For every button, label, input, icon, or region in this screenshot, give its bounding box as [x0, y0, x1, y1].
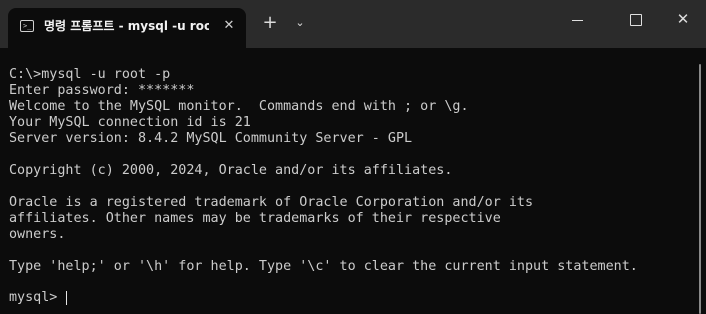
mysql-prompt[interactable]: mysql>	[9, 290, 65, 306]
terminal-output[interactable]: C:\>mysql -u root -p Enter password: ***…	[0, 48, 706, 314]
text-cursor	[66, 291, 67, 305]
close-window-button[interactable]: ✕	[668, 6, 698, 32]
terminal-line: Enter password: *******	[9, 83, 195, 98]
terminal-line: owners.	[9, 227, 66, 242]
terminal-line: Your MySQL connection id is 21	[9, 115, 251, 130]
maximize-icon	[630, 14, 642, 26]
new-tab-button[interactable]: +	[258, 10, 282, 36]
tab-dropdown-button[interactable]: ⌄	[289, 10, 311, 36]
terminal-line: C:\>mysql -u root -p	[9, 67, 171, 82]
active-tab[interactable]: >_ 명령 프롬프트 - mysql -u root ✕	[8, 8, 246, 48]
maximize-button[interactable]	[620, 6, 650, 32]
terminal-line: Server version: 8.4.2 MySQL Community Se…	[9, 131, 413, 146]
terminal-line: Type 'help;' or '\h' for help. Type '\c'…	[9, 259, 638, 274]
scrollbar[interactable]	[699, 64, 701, 314]
terminal-line: Copyright (c) 2000, 2024, Oracle and/or …	[9, 163, 453, 178]
minimize-icon	[572, 20, 583, 21]
terminal-line: Oracle is a registered trademark of Orac…	[9, 195, 534, 210]
title-bar[interactable]: >_ 명령 프롬프트 - mysql -u root ✕ + ⌄ ✕	[0, 0, 706, 48]
terminal-icon: >_	[20, 20, 34, 32]
terminal-line: Welcome to the MySQL monitor. Commands e…	[9, 99, 469, 114]
terminal-window: >_ 명령 프롬프트 - mysql -u root ✕ + ⌄ ✕ C:\>m…	[0, 0, 706, 314]
terminal-line: affiliates. Other names may be trademark…	[9, 211, 501, 226]
minimize-button[interactable]	[562, 6, 592, 32]
tab-title: 명령 프롬프트 - mysql -u root	[44, 19, 209, 33]
close-tab-icon[interactable]: ✕	[220, 17, 238, 35]
